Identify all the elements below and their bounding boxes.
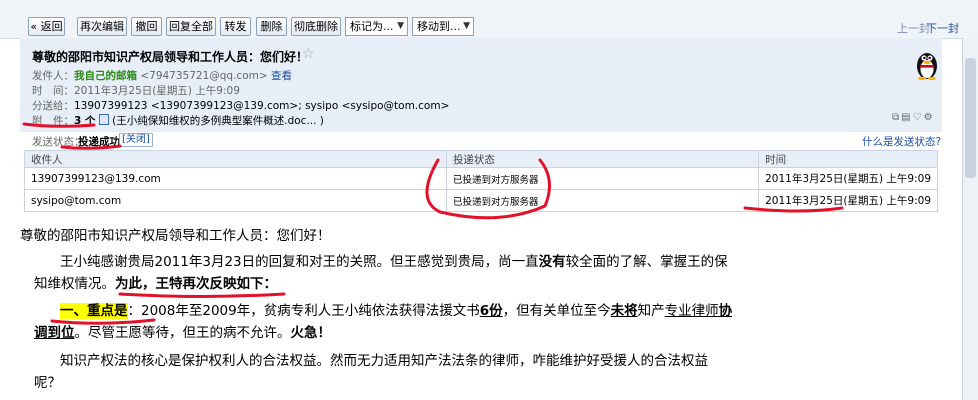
table-row: 13907399123@139.com 已投递到对方服务器 2011年3月25日… xyxy=(24,167,938,190)
delete-forever-button[interactable]: 彻底删除 xyxy=(291,17,341,36)
from-label: 发件人： xyxy=(32,70,74,82)
body-text: 知产 xyxy=(637,303,665,319)
header-tools: ⧉▤♡⚙ xyxy=(892,112,935,123)
body-text: 。尽管王愿等待，但王的病不允许。 xyxy=(74,325,291,341)
scrollbar-thumb[interactable] xyxy=(965,58,976,178)
status-cell: 已投递到对方服务器 xyxy=(445,189,760,212)
body-paragraph-3: 知识产权法的核心是保护权利人的合法权益。然而无力适用知产法法条的律师，咋能维护好… xyxy=(60,353,708,369)
table-header-row: 收件人 投递状态 时间 xyxy=(24,150,938,168)
close-status-button[interactable]: [关闭] xyxy=(119,133,153,147)
what-is-status-link[interactable]: 什么是发送状态? xyxy=(862,134,941,149)
col-status: 投递状态 xyxy=(445,150,760,168)
doc-icon xyxy=(98,114,109,125)
col-time: 时间 xyxy=(758,150,938,168)
body-text-emphasis: 为此，王特再次反映如下： xyxy=(115,276,277,292)
body-text-underline: 专业律师 xyxy=(664,303,719,319)
delivery-status-bar: 发送状态： 投递成功 [关闭] 什么是发送状态? xyxy=(20,132,942,148)
view-contact-link[interactable]: 查看 xyxy=(271,70,292,82)
time-cell: 2011年3月25日(星期五) 上午9:09 xyxy=(758,167,938,190)
time-label: 时 间： xyxy=(32,85,74,97)
status-value: 投递成功 xyxy=(78,136,120,148)
attachment-count[interactable]: 3 个 xyxy=(74,115,95,127)
body-greeting: 尊敬的邵阳市知识产权局领导和工作人员：您们好！ xyxy=(20,228,331,244)
body-key-point: 一、重点是 xyxy=(60,303,128,319)
status-cell: 已投递到对方服务器 xyxy=(445,167,760,190)
reedit-button[interactable]: 再次编辑 xyxy=(77,17,127,36)
time-cell: 2011年3月25日(星期五) 上午9:09 xyxy=(758,189,938,212)
body-paragraph-2: 一、重点是：2008年至2009年，贫病专利人王小纯依法获得法援文书6份，但有关… xyxy=(60,301,732,321)
time-row: 时 间：2011年3月25日(星期五) 上午9:09 xyxy=(32,83,240,98)
to-value: 13907399123 <13907399123@139.com>; sysip… xyxy=(74,100,450,112)
reply-all-button[interactable]: 回复全部 xyxy=(166,17,216,36)
popout-icon[interactable]: ⧉ xyxy=(892,112,901,123)
recall-button[interactable]: 撤回 xyxy=(131,17,162,36)
next-mail-link[interactable]: 下一封 xyxy=(926,20,959,36)
time-value: 2011年3月25日(星期五) 上午9:09 xyxy=(74,85,240,97)
col-recipient: 收件人 xyxy=(24,150,447,168)
attachment-name[interactable]: (王小纯保知维权的多例典型案件概述.doc... ) xyxy=(112,115,324,127)
chevron-down-icon: ▼ xyxy=(397,21,404,31)
back-button[interactable]: « 返回 xyxy=(28,17,65,36)
body-text: ，但有关单位至今 xyxy=(502,303,611,319)
mark-as-label: 标记为... xyxy=(350,20,394,33)
settings-icon[interactable]: ⚙ xyxy=(924,112,935,123)
status-label: 发送状态： xyxy=(32,136,85,148)
attachment-label: 附 件： xyxy=(32,115,74,127)
body-paragraph-2-cont: 调到位。尽管王愿等待，但王的病不允许。火急！ xyxy=(34,323,331,343)
recipients-row: 分送给：13907399123 <13907399123@139.com>; s… xyxy=(32,98,449,113)
mail-subject: 尊敬的邵阳市知识产权局领导和工作人员：您们好！ xyxy=(32,50,309,64)
flag-icon[interactable]: ♡ xyxy=(913,112,924,123)
mark-as-select[interactable]: 标记为... ▼ xyxy=(345,17,408,36)
from-name[interactable]: 我自己的邮箱 xyxy=(74,70,137,82)
mail-toolbar: « 返回 再次编辑 撤回 回复全部 转发 删除 彻底删除 标记为... ▼ 移动… xyxy=(0,0,978,39)
qq-penguin-icon xyxy=(917,53,937,80)
recipient-cell: sysipo@tom.com xyxy=(24,189,447,212)
body-text-bold: 没有 xyxy=(538,254,566,270)
body-text-bold: 火急！ xyxy=(290,325,332,341)
body-paragraph-1-cont: 知维权情况。为此，王特再次反映如下： xyxy=(34,274,277,294)
star-icon[interactable]: ☆ xyxy=(302,46,315,62)
body-text-bold: 调到位 xyxy=(34,325,75,341)
body-text: 王小纯感谢贵局2011年3月23日的回复和对王的关照。但王感觉到贵局，尚一直 xyxy=(60,254,539,270)
body-text: 较全面的了解、掌握王的保 xyxy=(565,254,728,270)
body-text-bold: 未将 xyxy=(610,303,638,319)
delete-button[interactable]: 删除 xyxy=(256,17,287,36)
body-text: ：2008年至2009年，贫病专利人王小纯依法获得法援文书 xyxy=(127,303,480,319)
table-row: sysipo@tom.com 已投递到对方服务器 2011年3月25日(星期五)… xyxy=(24,189,938,212)
to-label: 分送给： xyxy=(32,100,74,112)
attachment-row: 附 件：3 个 (王小纯保知维权的多例典型案件概述.doc... ) xyxy=(32,113,324,128)
move-to-label: 移动到... xyxy=(417,20,461,33)
print-icon[interactable]: ▤ xyxy=(901,112,912,123)
body-text-bold: 协 xyxy=(718,303,733,319)
body-text-bold: 6份 xyxy=(479,303,503,319)
body-paragraph-3-cont: 呢？ xyxy=(34,375,61,391)
body-paragraph-1: 王小纯感谢贵局2011年3月23日的回复和对王的关照。但王感觉到贵局，尚一直没有… xyxy=(60,252,728,272)
move-to-select[interactable]: 移动到... ▼ xyxy=(412,17,474,36)
from-address: <794735721@qq.com> xyxy=(140,70,268,82)
mail-header: 尊敬的邵阳市知识产权局领导和工作人员：您们好！ ☆ 发件人：我自己的邮箱 <79… xyxy=(20,38,942,132)
from-row: 发件人：我自己的邮箱 <794735721@qq.com> 查看 xyxy=(32,68,292,83)
vertical-scrollbar[interactable] xyxy=(962,38,978,400)
delivery-table: 收件人 投递状态 时间 13907399123@139.com 已投递到对方服务… xyxy=(24,150,938,212)
recipient-cell: 13907399123@139.com xyxy=(24,167,447,190)
body-text: 知维权情况。 xyxy=(34,276,115,292)
chevron-down-icon: ▼ xyxy=(463,21,470,31)
forward-button[interactable]: 转发 xyxy=(220,17,251,36)
